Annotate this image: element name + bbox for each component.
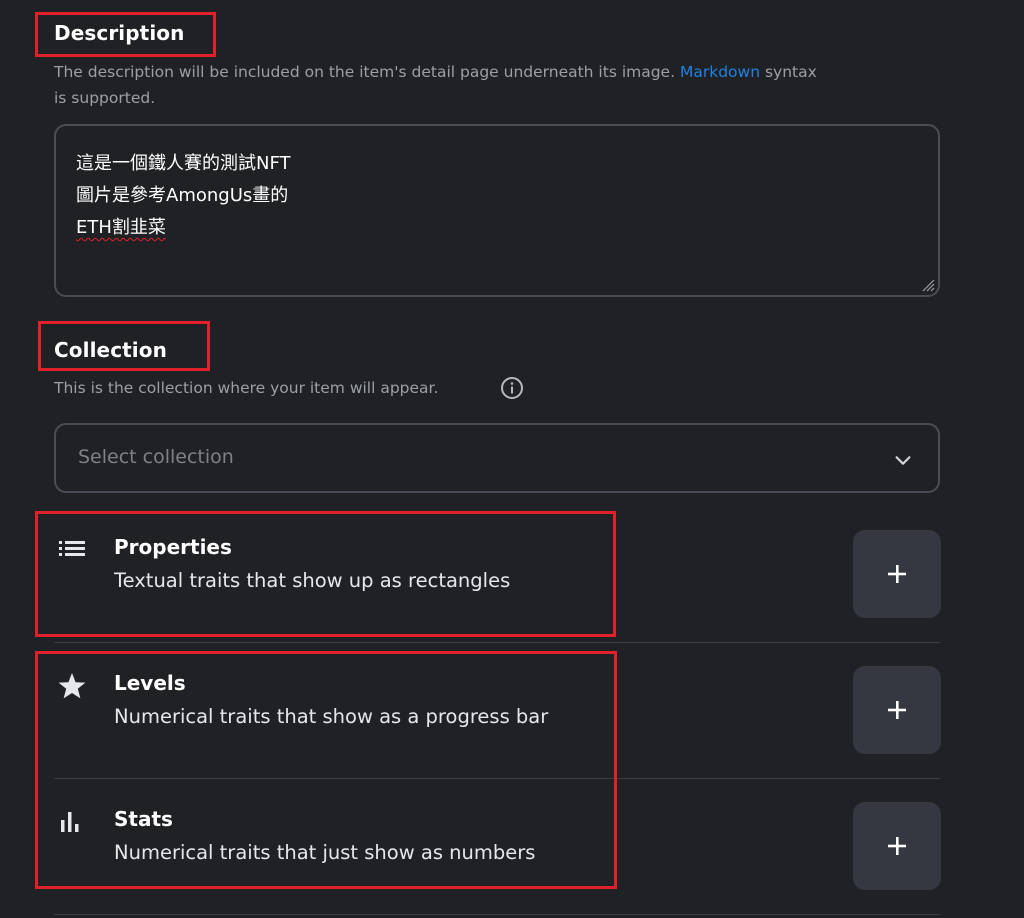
plus-icon <box>888 837 906 855</box>
info-icon[interactable] <box>500 376 524 400</box>
chevron-down-icon <box>895 456 911 465</box>
divider <box>54 778 940 779</box>
list-icon <box>59 541 85 556</box>
description-helper-text: The description will be included on the … <box>54 63 676 81</box>
add-levels-button[interactable] <box>853 666 941 754</box>
collection-title: Collection <box>54 338 167 362</box>
plus-icon <box>888 701 906 719</box>
description-helper-suffix: syntax <box>764 63 817 81</box>
collection-select[interactable]: Select collection <box>54 423 940 493</box>
bar-chart-icon <box>61 812 79 832</box>
markdown-link[interactable]: Markdown <box>680 63 760 81</box>
create-item-form: Description The description will be incl… <box>0 0 1024 918</box>
description-line-1: 這是一個鐵人賽的測試NFT <box>76 153 291 174</box>
description-helper-line2: is supported. <box>54 89 156 107</box>
resize-grip-icon[interactable] <box>919 276 935 292</box>
collection-select-placeholder: Select collection <box>78 446 234 468</box>
levels-title: Levels <box>114 671 186 695</box>
star-icon <box>58 673 86 699</box>
properties-title: Properties <box>114 535 232 559</box>
trait-row-stats: Stats Numerical traits that just show as… <box>54 802 940 892</box>
levels-description: Numerical traits that show as a progress… <box>114 705 549 728</box>
description-textarea[interactable]: 這是一個鐵人賽的測試NFT 圖片是參考AmongUs畫的 ETH割韭菜 <box>54 124 940 297</box>
divider <box>54 642 940 643</box>
stats-title: Stats <box>114 807 173 831</box>
stats-description: Numerical traits that just show as numbe… <box>114 841 536 864</box>
properties-description: Textual traits that show up as rectangle… <box>114 569 511 592</box>
description-line-3: ETH割韭菜 <box>76 217 166 238</box>
trait-row-levels: Levels Numerical traits that show as a p… <box>54 666 940 756</box>
trait-row-properties: Properties Textual traits that show up a… <box>54 530 940 620</box>
description-title: Description <box>54 21 185 45</box>
description-line-2: 圖片是參考AmongUs畫的 <box>76 185 289 206</box>
description-helper: The description will be included on the … <box>54 59 817 111</box>
collection-helper: This is the collection where your item w… <box>54 379 439 397</box>
add-properties-button[interactable] <box>853 530 941 618</box>
add-stats-button[interactable] <box>853 802 941 890</box>
plus-icon <box>888 565 906 583</box>
divider <box>54 914 940 915</box>
